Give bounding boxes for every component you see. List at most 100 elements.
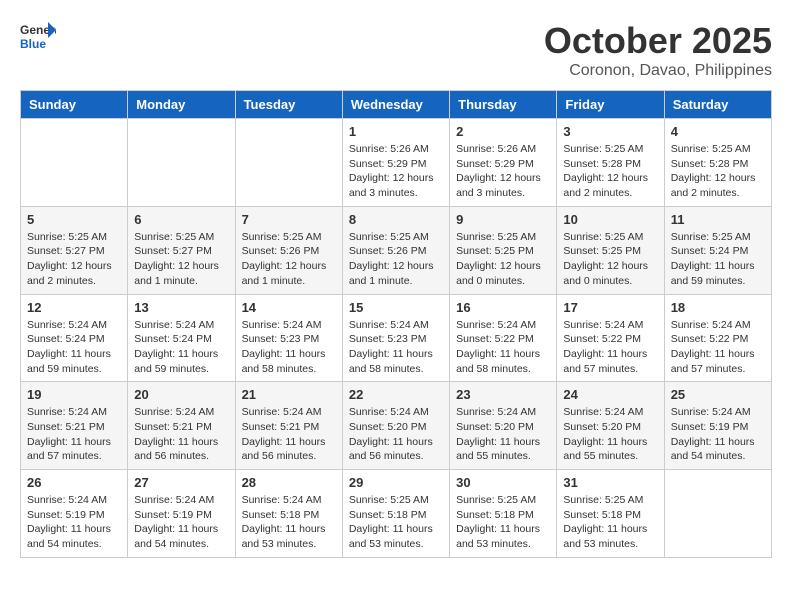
- day-number: 24: [563, 387, 657, 402]
- calendar-day-cell: 23 Sunrise: 5:24 AM Sunset: 5:20 PM Dayli…: [450, 382, 557, 470]
- calendar-day-cell: 17 Sunrise: 5:24 AM Sunset: 5:22 PM Dayli…: [557, 294, 664, 382]
- day-number: 23: [456, 387, 550, 402]
- svg-text:Blue: Blue: [20, 37, 46, 50]
- weekday-header-cell: Monday: [128, 91, 235, 119]
- logo: General Blue: [20, 20, 60, 50]
- day-info: Sunrise: 5:24 AM Sunset: 5:20 PM Dayligh…: [563, 405, 657, 464]
- day-info: Sunrise: 5:25 AM Sunset: 5:27 PM Dayligh…: [134, 230, 228, 289]
- calendar-day-cell: 14 Sunrise: 5:24 AM Sunset: 5:23 PM Dayli…: [235, 294, 342, 382]
- day-number: 10: [563, 212, 657, 227]
- calendar-day-cell: 21Sunrise: 5:24 AM Sunset: 5:21 PM Dayli…: [235, 382, 342, 470]
- calendar-week-row: 5 Sunrise: 5:25 AM Sunset: 5:27 PM Daylig…: [21, 206, 772, 294]
- weekday-header-cell: Tuesday: [235, 91, 342, 119]
- logo-icon: General Blue: [20, 20, 56, 50]
- calendar-day-cell: 19Sunrise: 5:24 AM Sunset: 5:21 PM Dayli…: [21, 382, 128, 470]
- calendar-day-cell: 10 Sunrise: 5:25 AM Sunset: 5:25 PM Dayli…: [557, 206, 664, 294]
- day-number: 12: [27, 300, 121, 315]
- day-number: 28: [242, 475, 336, 490]
- day-info: Sunrise: 5:24 AM Sunset: 5:18 PM Dayligh…: [242, 493, 336, 552]
- day-info: Sunrise: 5:24 AM Sunset: 5:22 PM Dayligh…: [456, 318, 550, 377]
- day-number: 31: [563, 475, 657, 490]
- day-number: 14: [242, 300, 336, 315]
- weekday-header-cell: Friday: [557, 91, 664, 119]
- calendar-day-cell: 31Sunrise: 5:25 AM Sunset: 5:18 PM Dayli…: [557, 470, 664, 558]
- calendar-day-cell: [235, 119, 342, 207]
- day-number: 15: [349, 300, 443, 315]
- calendar-week-row: 1 Sunrise: 5:26 AM Sunset: 5:29 PM Daylig…: [21, 119, 772, 207]
- day-number: 1: [349, 124, 443, 139]
- day-number: 9: [456, 212, 550, 227]
- day-number: 18: [671, 300, 765, 315]
- calendar-day-cell: 1 Sunrise: 5:26 AM Sunset: 5:29 PM Daylig…: [342, 119, 449, 207]
- day-info: Sunrise: 5:24 AM Sunset: 5:23 PM Dayligh…: [349, 318, 443, 377]
- calendar-week-row: 12 Sunrise: 5:24 AM Sunset: 5:24 PM Dayli…: [21, 294, 772, 382]
- calendar-day-cell: 2 Sunrise: 5:26 AM Sunset: 5:29 PM Daylig…: [450, 119, 557, 207]
- day-info: Sunrise: 5:25 AM Sunset: 5:18 PM Dayligh…: [456, 493, 550, 552]
- day-info: Sunrise: 5:25 AM Sunset: 5:27 PM Dayligh…: [27, 230, 121, 289]
- page-header: General Blue October 2025 Coronon, Davao…: [20, 20, 772, 80]
- day-number: 16: [456, 300, 550, 315]
- calendar-day-cell: 12 Sunrise: 5:24 AM Sunset: 5:24 PM Dayli…: [21, 294, 128, 382]
- calendar-day-cell: 8 Sunrise: 5:25 AM Sunset: 5:26 PM Daylig…: [342, 206, 449, 294]
- day-info: Sunrise: 5:24 AM Sunset: 5:22 PM Dayligh…: [563, 318, 657, 377]
- day-number: 29: [349, 475, 443, 490]
- day-info: Sunrise: 5:25 AM Sunset: 5:28 PM Dayligh…: [671, 142, 765, 201]
- weekday-header-cell: Sunday: [21, 91, 128, 119]
- calendar-day-cell: 11Sunrise: 5:25 AM Sunset: 5:24 PM Dayli…: [664, 206, 771, 294]
- calendar-day-cell: 30Sunrise: 5:25 AM Sunset: 5:18 PM Dayli…: [450, 470, 557, 558]
- calendar-day-cell: 13 Sunrise: 5:24 AM Sunset: 5:24 PM Dayli…: [128, 294, 235, 382]
- day-number: 26: [27, 475, 121, 490]
- calendar-day-cell: 15 Sunrise: 5:24 AM Sunset: 5:23 PM Dayli…: [342, 294, 449, 382]
- calendar-body: 1 Sunrise: 5:26 AM Sunset: 5:29 PM Daylig…: [21, 119, 772, 558]
- day-info: Sunrise: 5:25 AM Sunset: 5:18 PM Dayligh…: [349, 493, 443, 552]
- calendar-day-cell: 28 Sunrise: 5:24 AM Sunset: 5:18 PM Dayli…: [235, 470, 342, 558]
- calendar-day-cell: 16 Sunrise: 5:24 AM Sunset: 5:22 PM Dayli…: [450, 294, 557, 382]
- calendar-day-cell: 18 Sunrise: 5:24 AM Sunset: 5:22 PM Dayli…: [664, 294, 771, 382]
- calendar-day-cell: [21, 119, 128, 207]
- day-info: Sunrise: 5:25 AM Sunset: 5:26 PM Dayligh…: [349, 230, 443, 289]
- day-info: Sunrise: 5:26 AM Sunset: 5:29 PM Dayligh…: [349, 142, 443, 201]
- calendar-day-cell: 27 Sunrise: 5:24 AM Sunset: 5:19 PM Dayli…: [128, 470, 235, 558]
- day-info: Sunrise: 5:24 AM Sunset: 5:23 PM Dayligh…: [242, 318, 336, 377]
- day-number: 19: [27, 387, 121, 402]
- day-info: Sunrise: 5:25 AM Sunset: 5:24 PM Dayligh…: [671, 230, 765, 289]
- day-number: 25: [671, 387, 765, 402]
- calendar-day-cell: 20 Sunrise: 5:24 AM Sunset: 5:21 PM Dayli…: [128, 382, 235, 470]
- calendar-day-cell: 6Sunrise: 5:25 AM Sunset: 5:27 PM Daylig…: [128, 206, 235, 294]
- day-number: 2: [456, 124, 550, 139]
- day-info: Sunrise: 5:24 AM Sunset: 5:20 PM Dayligh…: [349, 405, 443, 464]
- day-number: 22: [349, 387, 443, 402]
- title-area: October 2025 Coronon, Davao, Philippines: [544, 20, 772, 80]
- calendar-day-cell: 24 Sunrise: 5:24 AM Sunset: 5:20 PM Dayli…: [557, 382, 664, 470]
- weekday-header-cell: Wednesday: [342, 91, 449, 119]
- calendar-day-cell: 25Sunrise: 5:24 AM Sunset: 5:19 PM Dayli…: [664, 382, 771, 470]
- day-number: 4: [671, 124, 765, 139]
- calendar-day-cell: [128, 119, 235, 207]
- calendar-day-cell: [664, 470, 771, 558]
- day-info: Sunrise: 5:26 AM Sunset: 5:29 PM Dayligh…: [456, 142, 550, 201]
- day-info: Sunrise: 5:24 AM Sunset: 5:19 PM Dayligh…: [134, 493, 228, 552]
- day-number: 5: [27, 212, 121, 227]
- calendar-day-cell: 7Sunrise: 5:25 AM Sunset: 5:26 PM Daylig…: [235, 206, 342, 294]
- day-info: Sunrise: 5:24 AM Sunset: 5:24 PM Dayligh…: [134, 318, 228, 377]
- calendar-week-row: 26 Sunrise: 5:24 AM Sunset: 5:19 PM Dayli…: [21, 470, 772, 558]
- day-info: Sunrise: 5:25 AM Sunset: 5:25 PM Dayligh…: [456, 230, 550, 289]
- day-number: 27: [134, 475, 228, 490]
- day-number: 13: [134, 300, 228, 315]
- calendar-table: SundayMondayTuesdayWednesdayThursdayFrid…: [20, 90, 772, 558]
- day-info: Sunrise: 5:25 AM Sunset: 5:25 PM Dayligh…: [563, 230, 657, 289]
- day-number: 21: [242, 387, 336, 402]
- day-number: 8: [349, 212, 443, 227]
- weekday-header-cell: Saturday: [664, 91, 771, 119]
- calendar-day-cell: 29 Sunrise: 5:25 AM Sunset: 5:18 PM Dayli…: [342, 470, 449, 558]
- day-info: Sunrise: 5:24 AM Sunset: 5:21 PM Dayligh…: [134, 405, 228, 464]
- day-info: Sunrise: 5:24 AM Sunset: 5:22 PM Dayligh…: [671, 318, 765, 377]
- day-info: Sunrise: 5:24 AM Sunset: 5:20 PM Dayligh…: [456, 405, 550, 464]
- day-number: 7: [242, 212, 336, 227]
- day-info: Sunrise: 5:24 AM Sunset: 5:19 PM Dayligh…: [27, 493, 121, 552]
- calendar-day-cell: 22 Sunrise: 5:24 AM Sunset: 5:20 PM Dayli…: [342, 382, 449, 470]
- day-info: Sunrise: 5:25 AM Sunset: 5:28 PM Dayligh…: [563, 142, 657, 201]
- day-number: 20: [134, 387, 228, 402]
- day-info: Sunrise: 5:24 AM Sunset: 5:24 PM Dayligh…: [27, 318, 121, 377]
- day-number: 17: [563, 300, 657, 315]
